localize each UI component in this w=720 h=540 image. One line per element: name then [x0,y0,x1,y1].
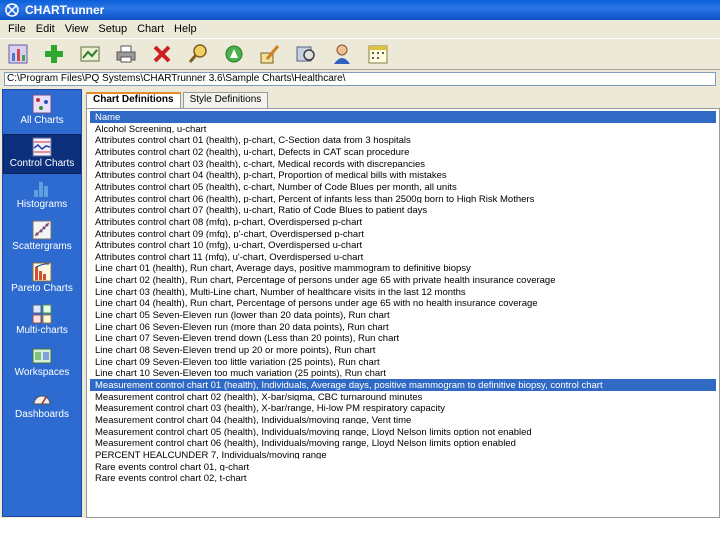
sidebar-item-scattergrams[interactable]: Scattergrams [3,218,81,258]
run-icon [225,45,243,63]
list-item[interactable]: Attributes control chart 02 (health), u-… [90,146,716,158]
list-item[interactable]: Line chart 05 Seven-Eleven run (lower th… [90,309,716,321]
tab-style-definitions[interactable]: Style Definitions [182,92,269,108]
list-item[interactable]: Rare events control chart 01, g-chart [90,461,716,473]
list-item[interactable]: Line chart 07 Seven-Eleven trend down (L… [90,332,716,344]
window-title: CHARTrunner [25,3,105,17]
list-item[interactable]: Attributes control chart 04 (health), p-… [90,169,716,181]
list-item[interactable]: Line chart 08 Seven-Eleven trend up 20 o… [90,344,716,356]
multi-chart-icon [32,304,52,324]
title-bar: CHARTrunner [0,0,720,20]
sidebar-item-label: Control Charts [9,158,75,169]
histogram-icon [34,182,48,197]
chart-list: Name Alcohol Screening, u-chart Attribute… [86,108,720,518]
list-item[interactable]: Attributes control chart 03 (health), c-… [90,158,716,170]
list-item[interactable]: Attributes control chart 07 (health), u-… [90,204,716,216]
add-button[interactable] [40,40,68,68]
new-chart-icon [8,44,28,64]
path-field[interactable]: C:\Program Files\PQ Systems\CHARTrunner … [4,72,716,86]
user-icon [334,44,350,64]
user-button[interactable] [328,40,356,68]
list-item[interactable]: Line chart 06 Seven-Eleven run (more tha… [90,321,716,333]
sidebar-item-histograms[interactable]: Histograms [3,176,81,216]
sidebar-item-pareto-charts[interactable]: Pareto Charts [3,260,81,300]
list-item[interactable]: Measurement control chart 02 (health), X… [90,391,716,403]
image-button[interactable] [76,40,104,68]
list-item[interactable]: Measurement control chart 04 (health), I… [90,414,716,426]
sidebar-item-label: Pareto Charts [11,283,73,294]
list-item[interactable]: Attributes control chart 10 (mfg), u-cha… [90,239,716,251]
sidebar-item-label: Dashboards [15,409,69,420]
menu-file[interactable]: File [3,23,31,35]
menu-bar: File Edit View Setup Chart Help [0,20,720,38]
calendar-icon [368,45,388,64]
sidebar-item-label: All Charts [20,115,64,126]
menu-edit[interactable]: Edit [31,23,60,35]
toolbar [0,38,720,70]
list-item[interactable]: Attributes control chart 08 (mfg), p-cha… [90,216,716,228]
sidebar-item-label: Scattergrams [12,241,72,252]
list-item[interactable]: Measurement control chart 05 (health), I… [90,426,716,438]
delete-icon [153,45,171,63]
list-item[interactable]: Line chart 10 Seven-Eleven too much vari… [90,367,716,379]
menu-setup[interactable]: Setup [93,23,132,35]
search-button[interactable] [184,40,212,68]
menu-help[interactable]: Help [169,23,202,35]
list-item[interactable]: Attributes control chart 01 (health), p-… [90,134,716,146]
app-window: CHARTrunner File Edit View Setup Chart H… [0,0,720,518]
workspace-icon [32,348,52,364]
app-icon [5,3,19,17]
sidebar-item-control-charts[interactable]: Control Charts [3,134,81,174]
tab-chart-definitions[interactable]: Chart Definitions [86,92,181,108]
list-item[interactable]: PERCENT HEALCUNDER 7, Individuals/moving… [90,449,716,461]
sidebar-item-dashboards[interactable]: Dashboards [3,386,81,426]
calendar-button[interactable] [364,40,392,68]
list-item[interactable]: Measurement control chart 01 (health), I… [90,378,716,391]
add-icon [45,45,63,63]
tab-strip: Chart Definitions Style Definitions [86,92,270,108]
control-chart-icon [32,137,52,157]
list-item[interactable]: Attributes control chart 06 (health), p-… [90,193,716,205]
scattergram-icon [32,220,52,240]
preview-button[interactable] [292,40,320,68]
edit-icon [260,45,280,64]
sidebar-item-all-charts[interactable]: All Charts [3,92,81,132]
search-icon [188,44,207,63]
list-item[interactable]: Attributes control chart 05 (health), c-… [90,181,716,193]
print-icon [116,45,136,63]
sidebar-item-label: Multi-charts [16,325,68,336]
run-button[interactable] [220,40,248,68]
list-item[interactable]: Measurement control chart 03 (health), X… [90,402,716,414]
delete-button[interactable] [148,40,176,68]
sidebar: All Charts Control Charts Histograms Sca… [2,89,82,517]
preview-icon [296,46,315,62]
sidebar-item-workspaces[interactable]: Workspaces [3,344,81,384]
all-charts-icon [32,94,52,114]
list-item[interactable]: Line chart 01 (health), Run chart, Avera… [90,262,716,274]
pareto-chart-icon [32,262,52,282]
menu-view[interactable]: View [60,23,94,35]
sidebar-item-multi-charts[interactable]: Multi-charts [3,302,81,342]
list-item[interactable]: Rare events control chart 02, t-chart [90,472,716,484]
sidebar-item-label: Histograms [16,199,68,210]
new-chart-button[interactable] [4,40,32,68]
list-item[interactable]: Line chart 04 (health), Run chart, Perce… [90,297,716,309]
list-header[interactable]: Name [90,111,716,123]
list-item[interactable]: Attributes control chart 09 (mfg), p'-ch… [90,228,716,240]
sidebar-item-label: Workspaces [14,367,70,378]
edit-button[interactable] [256,40,284,68]
list-item[interactable]: Attributes control chart 11 (mfg), u'-ch… [90,251,716,263]
list-item[interactable]: Line chart 02 (health), Run chart, Perce… [90,274,716,286]
list-item[interactable]: Line chart 03 (health), Multi-Line chart… [90,286,716,298]
dashboard-icon [33,395,51,405]
page-background [0,518,720,540]
menu-chart[interactable]: Chart [132,23,169,35]
print-button[interactable] [112,40,140,68]
list-item[interactable]: Alcohol Screening, u-chart [90,123,716,135]
image-icon [80,46,100,62]
list-item[interactable]: Measurement control chart 06 (health), I… [90,437,716,449]
list-item[interactable]: Line chart 09 Seven-Eleven too little va… [90,356,716,368]
